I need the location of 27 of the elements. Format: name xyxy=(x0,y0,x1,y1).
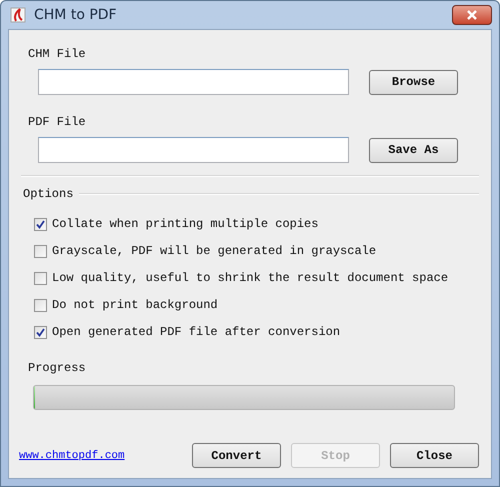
browse-button[interactable]: Browse xyxy=(369,70,458,94)
check-icon xyxy=(36,220,45,228)
close-button[interactable] xyxy=(452,5,492,25)
checkbox[interactable] xyxy=(34,326,47,338)
save-as-button[interactable]: Save As xyxy=(369,138,458,162)
option-label: Open generated PDF file after conversion xyxy=(52,325,340,339)
progress-label: Progress xyxy=(28,361,87,375)
option-label: Collate when printing multiple copies xyxy=(52,217,318,231)
input-field[interactable] xyxy=(38,69,349,95)
option-label: Do not print background xyxy=(52,298,218,312)
field-label: CHM File xyxy=(28,47,87,61)
check-icon xyxy=(36,328,45,336)
dialog-button[interactable]: Convert xyxy=(192,443,281,468)
group-label: Options xyxy=(23,187,74,201)
checkbox[interactable] xyxy=(34,298,47,312)
dialog-button[interactable]: Close xyxy=(390,443,479,468)
input-field[interactable] xyxy=(38,137,349,163)
website-link[interactable]: www.chmtopdf.com xyxy=(19,450,125,462)
checkbox[interactable] xyxy=(34,244,47,258)
option-label: Low quality, useful to shrink the result document space xyxy=(52,271,448,285)
app-icon xyxy=(10,7,26,23)
checkbox[interactable] xyxy=(34,272,47,284)
option-label: Grayscale, PDF will be generated in grayscale xyxy=(52,244,376,258)
field-label: PDF File xyxy=(28,115,87,129)
window-title: CHM to PDF xyxy=(34,7,117,23)
close-icon xyxy=(467,10,477,20)
checkbox[interactable] xyxy=(34,218,47,230)
